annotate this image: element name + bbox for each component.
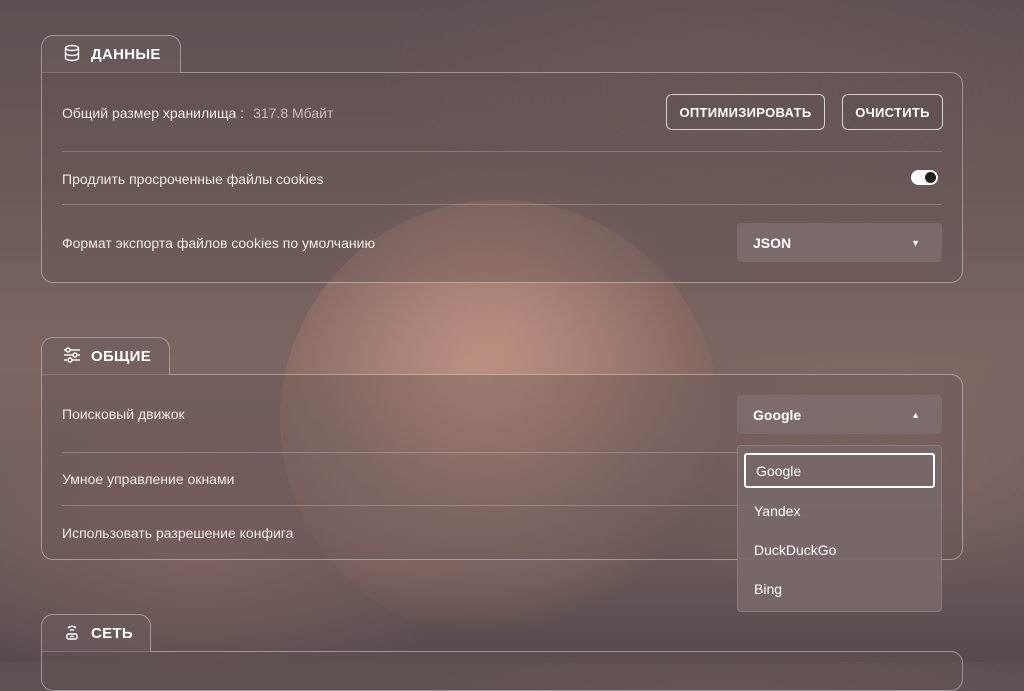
export-format-value: JSON — [753, 234, 792, 251]
general-section-title: ОБЩИЕ — [91, 348, 152, 365]
database-icon — [62, 43, 82, 67]
storage-label: Общий размер хранилища : — [62, 105, 245, 121]
config-resolution-label: Использовать разрешение конфига — [62, 525, 294, 541]
search-engine-value: Google — [753, 406, 802, 423]
search-engine-option-google[interactable]: Google — [744, 453, 935, 488]
divider — [62, 151, 942, 152]
storage-value: 317.8 Мбайт — [253, 105, 334, 121]
search-engine-option-yandex[interactable]: Yandex — [744, 493, 935, 528]
divider — [62, 204, 942, 205]
network-section-tab: СЕТЬ — [41, 614, 151, 652]
network-section-title: СЕТЬ — [91, 625, 133, 642]
toggle-knob — [925, 172, 936, 183]
smart-windows-label: Умное управление окнами — [62, 471, 235, 487]
export-format-label: Формат экспорта файлов cookies по умолча… — [62, 235, 375, 251]
data-section-card: Общий размер хранилища : 317.8 Мбайт ОПТ… — [41, 72, 963, 283]
clear-button[interactable]: ОЧИСТИТЬ — [842, 94, 943, 130]
sliders-icon — [62, 345, 82, 369]
extend-cookies-toggle[interactable] — [911, 170, 938, 185]
chevron-up-icon: ▲ — [911, 409, 920, 420]
search-engine-select[interactable]: Google ▲ — [737, 395, 942, 434]
data-section-title: ДАННЫЕ — [91, 46, 161, 63]
export-format-select[interactable]: JSON ▼ — [737, 223, 942, 262]
search-engine-dropdown: Google Yandex DuckDuckGo Bing — [737, 445, 942, 612]
network-section-card — [41, 651, 963, 691]
search-engine-label: Поисковый движок — [62, 406, 185, 422]
extend-cookies-row: Продлить просроченные файлы cookies — [62, 167, 942, 191]
extend-cookies-label: Продлить просроченные файлы cookies — [62, 171, 324, 187]
data-section-tab: ДАННЫЕ — [41, 35, 181, 73]
network-icon — [62, 622, 82, 646]
search-engine-option-bing[interactable]: Bing — [744, 571, 935, 606]
chevron-down-icon: ▼ — [911, 237, 920, 248]
general-section-tab: ОБЩИЕ — [41, 337, 170, 375]
optimize-button[interactable]: ОПТИМИЗИРОВАТЬ — [666, 94, 825, 130]
search-engine-option-duckduckgo[interactable]: DuckDuckGo — [744, 532, 935, 567]
